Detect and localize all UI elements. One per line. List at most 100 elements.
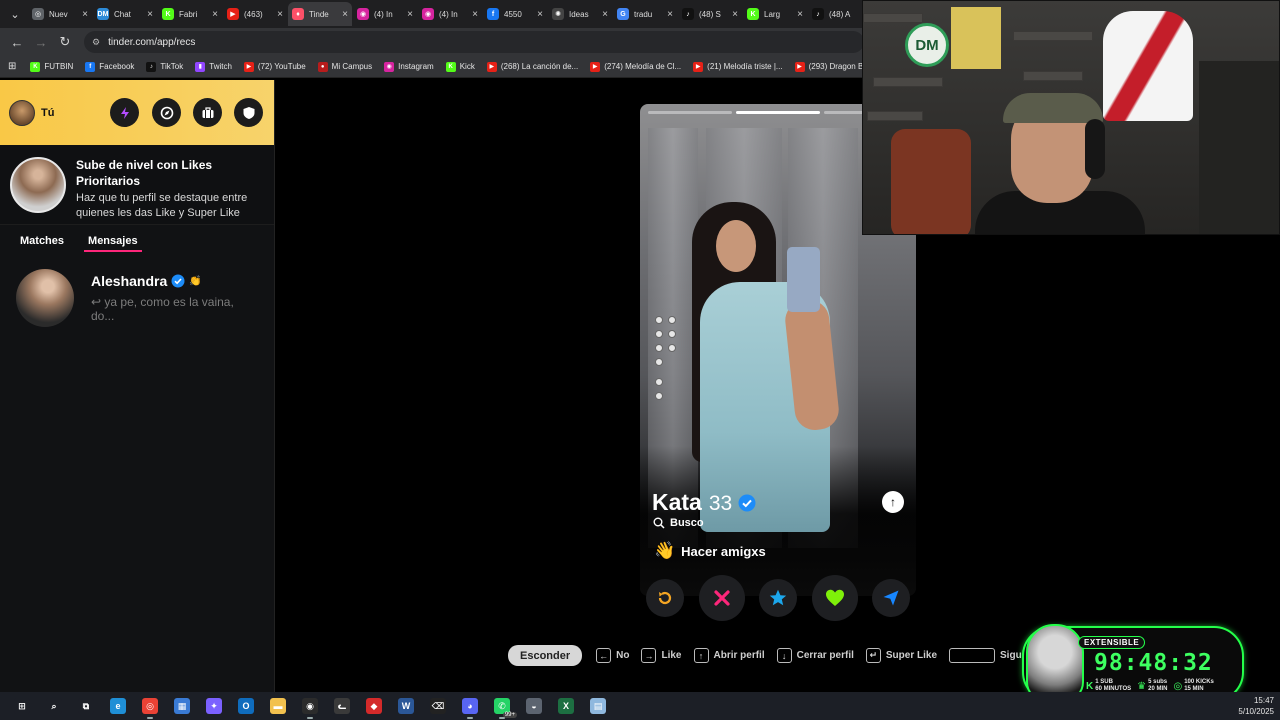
photo-progress-segment[interactable] — [648, 111, 732, 114]
briefcase-icon — [202, 106, 213, 118]
tab-title: (4) In — [374, 9, 393, 19]
taskbar-app[interactable]: ⧉ — [70, 692, 102, 720]
bookmark-item[interactable]: ▶ (274) Melodía de Cl... — [590, 61, 681, 72]
shield-icon — [243, 106, 254, 119]
search-icon: ⌕ — [46, 698, 62, 714]
taskbar-app[interactable]: e — [102, 692, 134, 720]
taskbar-app[interactable]: O — [230, 692, 262, 720]
like-button[interactable] — [811, 575, 858, 621]
close-tab-icon[interactable]: × — [732, 9, 738, 20]
open-profile-button[interactable]: ↑ — [882, 491, 904, 513]
my-profile-avatar[interactable] — [9, 99, 35, 126]
taskbar-app[interactable]: ⌫ — [422, 692, 454, 720]
taskbar-app[interactable]: ✆ 99+ — [486, 692, 518, 720]
bookmark-item[interactable]: K FUTBIN — [30, 61, 73, 72]
browser-tab[interactable]: ▶ (463) × — [223, 2, 287, 26]
waving-hand-icon: 👋 — [654, 541, 676, 560]
poster — [951, 7, 1001, 69]
nope-button[interactable] — [698, 575, 745, 621]
close-tab-icon[interactable]: × — [277, 9, 283, 20]
outlook-icon: O — [238, 698, 254, 714]
close-tab-icon[interactable]: × — [407, 9, 413, 20]
subathon-stat: ◎ 100 KICKs 15 MIN — [1173, 679, 1213, 693]
taskbar-app[interactable]: ▬ — [262, 692, 294, 720]
close-tab-icon[interactable]: × — [342, 9, 348, 20]
browser-tab[interactable]: ◉ (4) In × — [353, 2, 417, 26]
subathon-stat: K1 SUB 60 MINUTOS — [1086, 679, 1131, 693]
bookmark-item[interactable]: ♪ TikTok — [146, 61, 183, 72]
taskbar-app[interactable]: X — [550, 692, 582, 720]
close-tab-icon[interactable]: × — [147, 9, 153, 20]
explore-button[interactable] — [152, 98, 181, 127]
browser-tab[interactable]: DM Chat × — [93, 2, 157, 26]
taskbar-app[interactable]: ◎ — [134, 692, 166, 720]
boost-send-button[interactable] — [872, 579, 910, 617]
bookmark-item[interactable]: ◉ Instagram — [384, 61, 434, 72]
browser-tab[interactable]: ◎ Nuev × — [28, 2, 92, 26]
taskbar-app[interactable]: ⌕ — [38, 692, 70, 720]
tab-title: Fabri — [179, 9, 198, 19]
address-bar[interactable]: ⚙ tinder.com/app/recs — [84, 31, 864, 53]
close-tab-icon[interactable]: × — [212, 9, 218, 20]
photo-progress-segment[interactable] — [736, 111, 820, 114]
reload-icon[interactable]: ↻ — [54, 31, 76, 53]
taskbar-app[interactable]: ◆ — [358, 692, 390, 720]
youtube-icon: ▶ — [590, 61, 601, 72]
browser-tab[interactable]: ✺ Ideas × — [548, 2, 612, 26]
my-profile-label[interactable]: Tú — [41, 107, 54, 119]
tab-matches[interactable]: Matches — [20, 235, 64, 247]
close-tab-icon[interactable]: × — [667, 9, 673, 20]
super-like-button[interactable] — [759, 579, 797, 617]
priority-likes-promo[interactable]: Sube de nivel con Likes Prioritarios Haz… — [0, 145, 274, 225]
browser-tab[interactable]: ◉ (4) In × — [418, 2, 482, 26]
taskbar-app[interactable]: ✦ — [198, 692, 230, 720]
taskbar-app[interactable]: ◉ — [294, 692, 326, 720]
message-list-item[interactable]: Aleshandra 👏 ↩ ya pe, como es la vaina, … — [0, 257, 274, 339]
close-tab-icon[interactable]: × — [472, 9, 478, 20]
youtube-icon: ▶ — [693, 61, 704, 72]
taskbar-app[interactable]: ◕ — [454, 692, 486, 720]
browser-tab[interactable]: Gtradu × — [613, 2, 677, 26]
close-tab-icon[interactable]: × — [82, 9, 88, 20]
tab-title: Larg — [764, 9, 781, 19]
tab-messages[interactable]: Mensajes — [84, 235, 142, 252]
taskbar-app[interactable]: ▤ — [582, 692, 614, 720]
bookmark-item[interactable]: f Facebook — [85, 61, 134, 72]
rewind-icon — [658, 591, 672, 605]
bookmark-item[interactable]: ▶ (72) YouTube — [243, 61, 306, 72]
back-arrow-icon[interactable]: ← — [6, 31, 28, 53]
close-tab-icon[interactable]: × — [537, 9, 543, 20]
taskbar-app[interactable]: W — [390, 692, 422, 720]
forward-arrow-icon[interactable]: → — [30, 31, 52, 53]
browser-tab[interactable]: f 4550 × — [483, 2, 547, 26]
keyboard-shortcuts-bar: Esconder ← No → Like ↑ Abrir perfil ↓ Cerrar pe… — [508, 645, 1057, 666]
close-tab-icon[interactable]: × — [602, 9, 608, 20]
passport-button[interactable] — [193, 98, 222, 127]
looking-for-row: Busco — [653, 517, 704, 529]
bookmark-item[interactable]: ▶ (268) La canción de... — [486, 61, 578, 72]
bookmark-item[interactable]: ● Mi Campus — [317, 61, 372, 72]
taskbar-app[interactable]: ▦ — [166, 692, 198, 720]
boost-button[interactable] — [110, 98, 139, 127]
taskbar-app[interactable]: ◒ — [518, 692, 550, 720]
close-tab-icon[interactable]: × — [797, 9, 803, 20]
tab-search-icon[interactable]: ⌄ — [4, 3, 26, 25]
rewind-button[interactable] — [646, 579, 684, 617]
bookmark-item[interactable]: K Kick — [445, 61, 475, 72]
taskbar-app[interactable]: ᓚ — [326, 692, 358, 720]
apps-grid-icon[interactable]: ⊞ — [8, 61, 16, 72]
safety-button[interactable] — [234, 98, 263, 127]
system-clock[interactable]: 15:47 5/10/2025 — [1238, 695, 1274, 717]
browser-tab[interactable]: ♪ (48) S × — [678, 2, 742, 26]
space-key-icon — [949, 648, 996, 663]
hide-shortcuts-button[interactable]: Esconder — [508, 645, 583, 666]
bookmark-item[interactable]: ▶ (21) Melodía triste |... — [693, 61, 783, 72]
sidebar-tabs: Matches Mensajes — [0, 225, 274, 257]
browser-tab[interactable]: ♦ Tinde × — [288, 2, 352, 26]
browser-tab[interactable]: K Fabri × — [158, 2, 222, 26]
bookmark-item[interactable]: ▮ Twitch — [195, 61, 232, 72]
site-info-icon[interactable]: ⚙ — [92, 37, 100, 48]
bookmark-item[interactable]: ▶ (293) Dragon Ba — [794, 61, 868, 72]
taskbar-app[interactable]: ⊞ — [6, 692, 38, 720]
browser-tab[interactable]: K Larg × — [743, 2, 807, 26]
